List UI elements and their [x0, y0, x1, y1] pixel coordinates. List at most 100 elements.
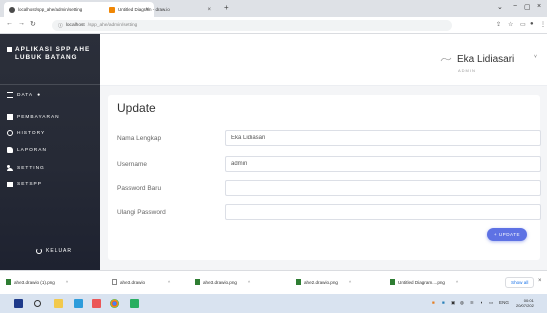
brand-icon: [7, 47, 12, 52]
ulangi-password-input[interactable]: [225, 204, 541, 220]
tray-app-icon[interactable]: ■: [442, 300, 445, 305]
tray-app-icon[interactable]: ▣: [451, 300, 455, 306]
tab-drawio[interactable]: Untitled Diagram - draw.io ×: [104, 2, 216, 17]
user-name[interactable]: Eka Lidiasari: [457, 54, 514, 65]
file-icon: [112, 279, 117, 285]
share-icon[interactable]: ⇪: [496, 21, 501, 28]
clock[interactable]: 00:01 20/07/202: [516, 298, 534, 308]
brand-title: APLIKASI SPP AHE LUBUK BATANG: [15, 46, 91, 61]
download-item[interactable]: ahe3.drawio (1).png ^: [6, 279, 68, 285]
close-window-icon[interactable]: ×: [537, 3, 541, 10]
sidebar-item-label: LAPORAN: [17, 147, 47, 153]
tab-view-icon[interactable]: ▭: [520, 21, 526, 28]
tab-search-icon[interactable]: ⌄: [497, 3, 503, 11]
folder-icon: [7, 147, 13, 153]
info-icon: ⓘ: [58, 24, 63, 29]
image-file-icon: [296, 279, 301, 285]
user-role: ADMIN: [458, 68, 476, 73]
sidebar-item-pembayaran[interactable]: PEMBAYARAN: [7, 114, 60, 120]
download-item[interactable]: ahe3.drawio.png ^: [195, 279, 250, 285]
show-all-button[interactable]: Show all: [505, 277, 535, 288]
url-field[interactable]: ⓘ localhost/spp_ahe/admin/setting: [52, 20, 452, 31]
chevron-up-icon[interactable]: ^: [66, 280, 68, 285]
chevron-up-icon[interactable]: ^: [248, 280, 250, 285]
download-shelf: ahe3.drawio (1).png ^ ahe3.drawio ^ ahe3…: [0, 270, 547, 294]
nama-lengkap-label: Nama Lengkap: [117, 135, 162, 142]
sidebar: APLIKASI SPP AHE LUBUK BATANG DATA ● PEM…: [0, 34, 100, 270]
windows-start-icon[interactable]: [14, 299, 23, 308]
close-tab-icon[interactable]: ×: [207, 7, 211, 13]
battery-icon[interactable]: ▭: [489, 300, 493, 306]
taskbar: ■ ■ ▣ ◍ ≋ ◖ ▭ ENG 00:01 20/07/202: [0, 294, 547, 313]
tray-app-icon[interactable]: ◍: [460, 300, 464, 306]
new-tab-button[interactable]: +: [224, 3, 229, 12]
image-file-icon: [390, 279, 395, 285]
chrome-icon[interactable]: [110, 299, 119, 308]
list-icon: [7, 92, 13, 98]
image-file-icon: [195, 279, 200, 285]
sidebar-divider: [0, 84, 100, 85]
image-file-icon: [6, 279, 11, 285]
globe-icon: [9, 6, 15, 13]
history-icon: [7, 130, 13, 136]
download-item[interactable]: Untitled Diagram....png ^: [390, 279, 458, 285]
sidebar-item-label: SETSPP: [17, 182, 42, 187]
chevron-up-icon[interactable]: ^: [168, 280, 170, 285]
caret-icon: ●: [37, 92, 42, 98]
close-shelf-icon[interactable]: ×: [538, 278, 542, 284]
download-item[interactable]: ahe2.drawio.png ^: [296, 279, 351, 285]
store-icon[interactable]: [74, 299, 83, 308]
users-icon: [7, 165, 13, 171]
address-bar-row: ← → ↻ ⓘ localhost/spp_ahe/admin/setting …: [0, 17, 547, 34]
minimize-icon[interactable]: −: [513, 3, 517, 10]
sidebar-item-data[interactable]: DATA ●: [7, 92, 41, 98]
menu-kebab-icon[interactable]: ⋮: [540, 21, 546, 28]
download-item-name: ahe3.drawio: [120, 279, 146, 285]
search-icon[interactable]: [34, 300, 41, 307]
tray-app-icon[interactable]: ■: [432, 300, 435, 305]
profile-icon[interactable]: ●: [530, 21, 534, 27]
update-button-label: + UPDATE: [493, 232, 521, 237]
logout-button[interactable]: KELUAR: [36, 248, 72, 254]
money-icon: [7, 182, 13, 187]
download-item[interactable]: ahe3.drawio ^: [112, 279, 170, 285]
update-form-card: Update Nama Lengkap Username Password Ba…: [108, 95, 541, 260]
url-path: /spp_ahe/admin/setting: [87, 23, 138, 28]
file-explorer-icon[interactable]: [54, 299, 63, 308]
password-baru-input[interactable]: [225, 180, 541, 196]
page-title: Update: [117, 101, 156, 115]
chevron-up-icon[interactable]: ^: [456, 280, 458, 285]
main-content: Update Nama Lengkap Username Password Ba…: [100, 86, 547, 270]
wifi-icon[interactable]: ≋: [470, 300, 474, 306]
reload-icon[interactable]: ↻: [30, 20, 36, 28]
back-icon[interactable]: ←: [6, 20, 13, 27]
download-item-name: ahe2.drawio.png: [304, 279, 338, 285]
chevron-up-icon[interactable]: ^: [349, 280, 351, 285]
sidebar-item-setspp[interactable]: SETSPP: [7, 182, 42, 187]
sidebar-item-label: SETTING: [17, 165, 45, 171]
sidebar-item-laporan[interactable]: LAPORAN: [7, 147, 47, 153]
language-indicator[interactable]: ENG: [499, 300, 509, 305]
caret-down-icon[interactable]: ˅: [534, 54, 537, 60]
bookmark-star-icon[interactable]: ☆: [508, 21, 513, 28]
maximize-icon[interactable]: ▢: [524, 3, 531, 11]
volume-icon[interactable]: ◖: [480, 300, 483, 305]
app-icon[interactable]: [92, 299, 101, 308]
nama-lengkap-input[interactable]: [225, 130, 541, 146]
download-item-name: ahe3.drawio (1).png: [14, 279, 55, 285]
tab-setting-label: localhost/spp_ahe/admin/setting: [18, 7, 83, 12]
download-item-name: Untitled Diagram....png: [398, 279, 445, 285]
download-item-name: ahe3.drawio.png: [203, 279, 237, 285]
sidebar-item-setting[interactable]: SETTING: [7, 165, 45, 171]
drawio-icon: [109, 6, 115, 13]
logout-label: KELUAR: [46, 248, 73, 254]
avatar[interactable]: [440, 56, 452, 63]
app-icon[interactable]: [130, 299, 139, 308]
username-input[interactable]: [225, 156, 541, 172]
forward-icon[interactable]: →: [18, 20, 25, 27]
sidebar-item-label: PEMBAYARAN: [17, 114, 60, 120]
payment-icon: [7, 114, 13, 120]
sidebar-item-label: DATA: [17, 92, 34, 98]
update-button[interactable]: + UPDATE: [487, 228, 527, 241]
sidebar-item-history[interactable]: HISTORY: [7, 130, 45, 136]
